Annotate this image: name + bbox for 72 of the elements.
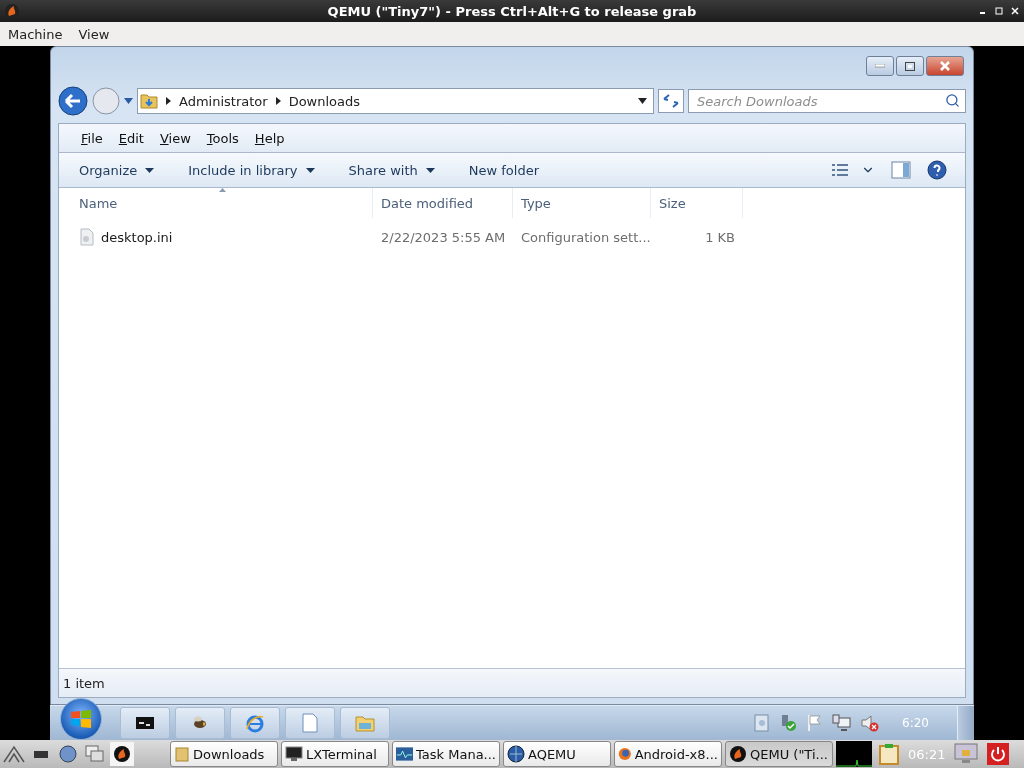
menu-item[interactable]: Edit <box>110 130 152 146</box>
start-button[interactable] <box>60 698 102 740</box>
file-icon <box>79 228 95 246</box>
speaker-muted-icon[interactable] <box>860 714 881 732</box>
flame-icon <box>4 3 20 19</box>
close-icon <box>939 61 951 71</box>
back-button[interactable] <box>58 86 88 116</box>
menu-item[interactable]: Help <box>246 130 293 146</box>
menu-item[interactable]: View <box>151 130 199 146</box>
monitor-icon <box>285 746 303 762</box>
file-name: desktop.ini <box>101 229 173 245</box>
column-header[interactable]: Date modified <box>373 188 513 218</box>
caret-icon <box>305 167 315 173</box>
column-header[interactable]: Size <box>651 188 743 218</box>
close-button[interactable] <box>926 56 964 76</box>
list-view-icon <box>831 163 849 177</box>
taskbar-button[interactable] <box>175 707 225 739</box>
type-cell: Configuration sett... <box>521 229 651 245</box>
menu-item[interactable]: Tools <box>198 130 247 146</box>
folder-icon <box>140 92 158 110</box>
breadcrumb-item[interactable]: Administrator <box>179 93 268 109</box>
menu-item[interactable]: View <box>78 26 110 42</box>
terminal-icon <box>136 717 154 729</box>
menu-item[interactable]: Machine <box>8 26 63 42</box>
folder-icon <box>355 714 375 732</box>
network-icon[interactable] <box>832 714 853 732</box>
maximize-button[interactable] <box>896 56 924 76</box>
browser-icon <box>245 713 265 733</box>
cpu-graph <box>836 741 872 767</box>
folder-icon <box>174 746 190 762</box>
globe-icon <box>507 745 525 763</box>
status-text: 1 item <box>63 675 105 691</box>
toolbar-button[interactable]: Organize <box>69 162 165 178</box>
task-button[interactable]: Downloads <box>170 741 278 767</box>
address-bar[interactable]: Administrator Downloads <box>137 88 654 114</box>
breadcrumb-item[interactable]: Downloads <box>288 93 361 109</box>
caret-icon <box>145 167 155 173</box>
globe-icon[interactable] <box>56 742 80 766</box>
caret-icon <box>425 167 435 173</box>
document-icon <box>302 713 318 733</box>
task-button[interactable]: QEMU ("Ti... <box>725 741 833 767</box>
window-title: QEMU ("Tiny7") - Press Ctrl+Alt+G to release grab <box>326 3 698 19</box>
size-cell: 1 KB <box>705 229 735 245</box>
refresh-button[interactable] <box>658 89 684 113</box>
toolbar-button[interactable]: New folder <box>458 162 549 178</box>
windows-logo-icon <box>70 709 92 729</box>
activity-icon <box>396 747 413 761</box>
caret-icon <box>166 97 171 105</box>
toolbar-button[interactable]: Include in library <box>178 162 325 178</box>
task-button[interactable]: LXTerminal <box>281 741 389 767</box>
task-button[interactable]: Task Mana... <box>392 741 500 767</box>
dropdown-icon[interactable] <box>638 98 647 104</box>
window-controls-icon[interactable] <box>980 7 1020 15</box>
toolbar-button[interactable]: Share with <box>338 162 445 178</box>
column-header[interactable]: Name <box>71 188 373 218</box>
globe-icon <box>618 745 632 763</box>
power-icon[interactable] <box>987 743 1010 765</box>
column-header[interactable]: Type <box>513 188 651 218</box>
menu-item[interactable]: File <box>73 130 111 146</box>
task-button[interactable]: Android-x8... <box>614 741 722 767</box>
file-row[interactable]: desktop.ini 2/22/2023 5:55 AM Configuration sett... 1 KB <box>59 220 965 254</box>
search-field[interactable]: Search Downloads <box>688 89 966 113</box>
taskbar-button[interactable] <box>120 707 170 739</box>
date-cell: 2/22/2023 5:55 AM <box>381 229 506 245</box>
minimize-icon <box>875 64 885 68</box>
maximize-icon <box>905 61 915 71</box>
flame-icon[interactable] <box>110 742 134 766</box>
clipboard-icon[interactable] <box>879 743 899 765</box>
task-button[interactable]: AQEMU <box>503 741 611 767</box>
caret-icon <box>275 97 281 105</box>
search-icon[interactable] <box>945 93 960 108</box>
flame-icon <box>729 745 747 763</box>
